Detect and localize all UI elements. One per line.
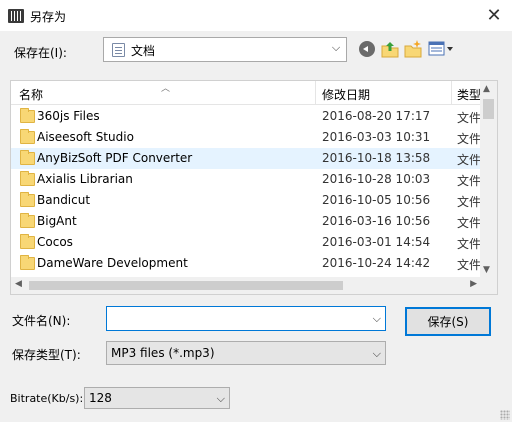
app-icon bbox=[8, 9, 24, 23]
close-button[interactable]: ✕ bbox=[476, 0, 512, 30]
folder-icon bbox=[20, 129, 35, 144]
save-button[interactable]: 保存(S) bbox=[405, 307, 491, 336]
list-item[interactable]: Cocos 2016-03-01 14:54 文件 bbox=[11, 232, 481, 253]
filetype-value: MP3 files (*.mp3) bbox=[111, 346, 215, 360]
chevron-down-icon: ⌵ bbox=[331, 41, 341, 54]
new-folder-icon[interactable] bbox=[403, 39, 423, 59]
bitrate-value: 128 bbox=[89, 391, 112, 405]
scroll-down-icon[interactable]: ▼ bbox=[483, 265, 490, 275]
column-date[interactable]: 修改日期 bbox=[322, 86, 370, 103]
chevron-down-icon: ⌵ bbox=[216, 392, 225, 405]
file-type: 文件 bbox=[457, 174, 482, 188]
documents-folder-icon bbox=[112, 43, 125, 57]
column-divider[interactable] bbox=[451, 81, 452, 105]
file-type: 文件 bbox=[457, 132, 482, 146]
title-bar: 另存为 ✕ bbox=[0, 0, 512, 32]
file-date: 2016-03-03 10:31 bbox=[322, 130, 431, 144]
list-item[interactable]: Bandicut 2016-10-05 10:56 文件 bbox=[11, 190, 481, 211]
resize-grip[interactable] bbox=[500, 410, 510, 420]
file-date: 2016-03-01 14:54 bbox=[322, 235, 431, 249]
scroll-right-icon[interactable]: ▶ bbox=[470, 279, 477, 289]
horizontal-scrollbar[interactable]: ◀ ▶ bbox=[11, 277, 497, 294]
file-type: 文件 bbox=[457, 195, 482, 209]
window-title: 另存为 bbox=[30, 10, 67, 24]
list-item[interactable]: DameWare Development 2016-10-24 14:42 文件 bbox=[11, 253, 481, 274]
list-item-selected[interactable]: AnyBizSoft PDF Converter 2016-10-18 13:5… bbox=[11, 148, 481, 169]
scroll-up-icon[interactable]: ▲ bbox=[483, 84, 490, 94]
view-menu-icon[interactable] bbox=[427, 39, 455, 59]
filetype-label: 保存类型(T): bbox=[12, 348, 81, 362]
filename-label: 文件名(N): bbox=[12, 314, 71, 328]
file-date: 2016-10-05 10:56 bbox=[322, 193, 431, 207]
bitrate-dropdown[interactable]: 128 ⌵ bbox=[84, 387, 230, 409]
file-date: 2016-08-20 17:17 bbox=[322, 109, 431, 123]
column-header: 名称 ︿ 修改日期 类型 bbox=[11, 81, 481, 105]
back-icon[interactable] bbox=[357, 39, 377, 59]
scroll-left-icon[interactable]: ◀ bbox=[15, 279, 22, 289]
folder-icon bbox=[20, 192, 35, 207]
vertical-scrollbar[interactable]: ▲ ▼ bbox=[480, 81, 497, 278]
list-item[interactable]: 360js Files 2016-08-20 17:17 文件 bbox=[11, 106, 481, 127]
column-name[interactable]: 名称 bbox=[19, 86, 43, 103]
file-type: 文件 bbox=[457, 216, 482, 230]
folder-icon bbox=[20, 234, 35, 249]
location-dropdown[interactable]: 文档 ⌵ bbox=[103, 37, 347, 62]
bitrate-label: Bitrate(Kb/s): bbox=[10, 392, 84, 405]
chevron-down-icon[interactable]: ⌵ bbox=[373, 312, 381, 326]
file-date: 2016-03-16 10:56 bbox=[322, 214, 431, 228]
scroll-thumb[interactable] bbox=[29, 281, 343, 290]
location-value: 文档 bbox=[131, 44, 156, 58]
folder-icon bbox=[20, 213, 35, 228]
filename-field[interactable]: ⌵ bbox=[106, 306, 386, 331]
folder-icon bbox=[20, 108, 35, 123]
file-list[interactable]: 名称 ︿ 修改日期 类型 360js Files 2016-08-20 17:1… bbox=[10, 80, 498, 295]
list-item[interactable]: Aiseesoft Studio 2016-03-03 10:31 文件 bbox=[11, 127, 481, 148]
file-name: Cocos bbox=[37, 235, 73, 249]
file-type: 文件 bbox=[457, 237, 482, 251]
column-divider[interactable] bbox=[315, 81, 316, 105]
file-name: Aiseesoft Studio bbox=[37, 130, 134, 144]
file-type: 文件 bbox=[457, 258, 482, 272]
file-date: 2016-10-28 10:03 bbox=[322, 172, 431, 186]
file-type: 文件 bbox=[457, 153, 482, 167]
file-name: Axialis Librarian bbox=[37, 172, 133, 186]
file-name: 360js Files bbox=[37, 109, 100, 123]
list-item[interactable]: BigAnt 2016-03-16 10:56 文件 bbox=[11, 211, 481, 232]
filetype-dropdown[interactable]: MP3 files (*.mp3) ⌵ bbox=[106, 341, 386, 365]
folder-icon bbox=[20, 171, 35, 186]
file-name: BigAnt bbox=[37, 214, 77, 228]
file-type: 文件 bbox=[457, 111, 482, 125]
list-item[interactable]: Axialis Librarian 2016-10-28 10:03 文件 bbox=[11, 169, 481, 190]
scroll-thumb[interactable] bbox=[483, 99, 494, 119]
folder-icon bbox=[20, 150, 35, 165]
sort-ascending-icon: ︿ bbox=[161, 84, 171, 94]
location-label: 保存在(I): bbox=[14, 46, 67, 60]
up-folder-icon[interactable] bbox=[380, 39, 400, 59]
file-name: AnyBizSoft PDF Converter bbox=[37, 151, 193, 165]
file-date: 2016-10-24 14:42 bbox=[322, 256, 431, 270]
folder-icon bbox=[20, 255, 35, 270]
file-name: Bandicut bbox=[37, 193, 91, 207]
file-name: DameWare Development bbox=[37, 256, 188, 270]
file-date: 2016-10-18 13:58 bbox=[322, 151, 431, 165]
column-type[interactable]: 类型 bbox=[457, 86, 481, 103]
chevron-down-icon: ⌵ bbox=[372, 347, 381, 360]
filename-input[interactable] bbox=[107, 307, 357, 328]
